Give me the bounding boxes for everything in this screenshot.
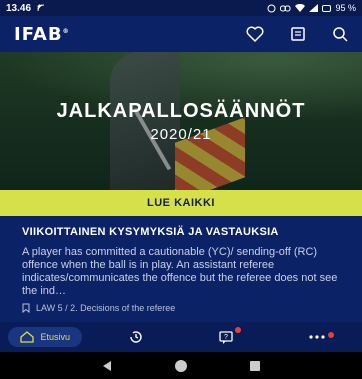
battery-percent: 95 % [335,3,356,13]
home-circle-icon[interactable] [174,359,188,373]
app-bar-actions [246,26,348,42]
book-icon[interactable] [290,26,306,42]
history-icon [130,331,142,343]
ifab-logo[interactable]: IFAB® [14,24,70,45]
nav-item-quiz[interactable]: ? [181,327,272,345]
weekly-qa-card[interactable]: VIIKOITTAINEN KYSYMYKSIÄ JA VASTAUKSIA A… [0,216,362,322]
nav-item-home[interactable]: Etusivu [0,327,91,347]
more-icon [309,335,325,339]
android-navigation-bar [0,352,362,379]
weekly-qa-body: A player has committed a cautionable (YC… [22,246,338,297]
back-icon[interactable] [101,360,113,372]
search-icon[interactable] [332,26,348,42]
law-reference: LAW 5 / 2. Decisions of the referee [22,303,340,313]
status-bar: 13.46 95 % [0,0,362,16]
app-bar: IFAB® [0,16,362,52]
link-icon [280,5,291,11]
phone-screen: 13.46 95 % IFAB® JALKAPALLOSÄÄNNÖT 2020/… [0,0,362,379]
alarm-icon [267,4,276,12]
home-icon [20,331,35,343]
more-notification-badge [327,332,334,338]
svg-text:?: ? [224,334,228,341]
law-reference-text: LAW 5 / 2. Decisions of the referee [36,303,176,313]
read-all-button[interactable]: LUE KAIKKI [0,190,362,216]
hero-banner[interactable]: JALKAPALLOSÄÄNNÖT 2020/21 [0,52,362,190]
nav-home-pill[interactable]: Etusivu [8,327,82,347]
nav-item-more[interactable] [272,332,362,340]
nav-home-label: Etusivu [40,332,70,342]
hero-title: JALKAPALLOSÄÄNNÖT [56,100,306,122]
battery-icon [322,4,332,12]
bottom-navigation: Etusivu ? [0,322,362,352]
nav-item-history[interactable] [91,329,182,345]
hero-subtitle: 2020/21 [150,126,212,143]
status-time: 13.46 [6,2,32,14]
status-left-icons [37,4,49,12]
quiz-notification-badge [235,327,242,333]
recents-icon[interactable] [249,360,261,372]
cast-icon [37,4,45,12]
quiz-icon: ? [219,331,233,344]
signal-icon [309,4,319,12]
bookmark-icon [22,303,30,313]
status-right-icons: 95 % [267,3,356,13]
heart-icon[interactable] [246,26,264,42]
wifi-icon [295,4,306,12]
weekly-qa-heading: VIIKOITTAINEN KYSYMYKSIÄ JA VASTAUKSIA [22,226,279,238]
